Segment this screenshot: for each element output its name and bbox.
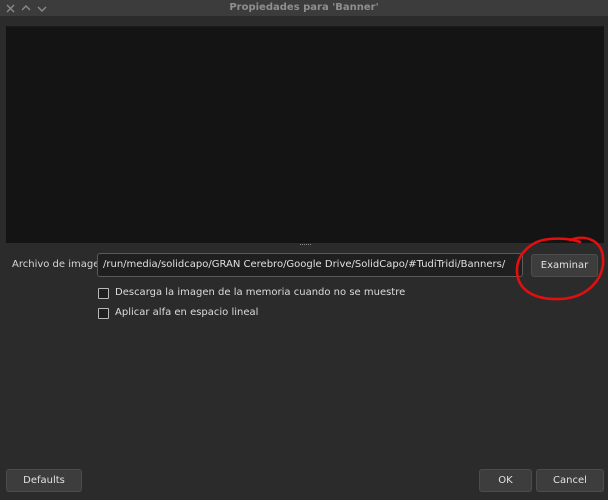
resize-grip[interactable] [300,243,312,246]
image-path-field[interactable]: /run/media/solidcapo/GRAN Cerebro/Google… [97,253,523,277]
cancel-button[interactable]: Cancel [536,469,604,492]
defaults-button-label: Defaults [23,475,65,486]
window-title: Propiedades para 'Banner' [229,2,379,13]
red-circle-annotation [515,236,605,301]
properties-window: Propiedades para 'Banner' Archivo de ima… [0,0,608,500]
linear-alpha-checkbox[interactable] [98,307,109,319]
title-bar[interactable]: Propiedades para 'Banner' [0,0,608,17]
ok-button-label: OK [498,475,513,486]
unload-image-option[interactable]: Descarga la imagen de la memoria cuando … [98,286,405,300]
defaults-button[interactable]: Defaults [6,469,82,492]
unload-image-label: Descarga la imagen de la memoria cuando … [115,287,406,298]
linear-alpha-label: Aplicar alfa en espacio lineal [115,307,259,318]
ok-button[interactable]: OK [479,469,532,492]
unload-image-checkbox[interactable] [98,287,109,299]
cancel-button-label: Cancel [553,475,587,486]
linear-alpha-option[interactable]: Aplicar alfa en espacio lineal [98,306,258,320]
image-file-label: Archivo de imagen [12,259,106,270]
image-preview [6,26,604,243]
